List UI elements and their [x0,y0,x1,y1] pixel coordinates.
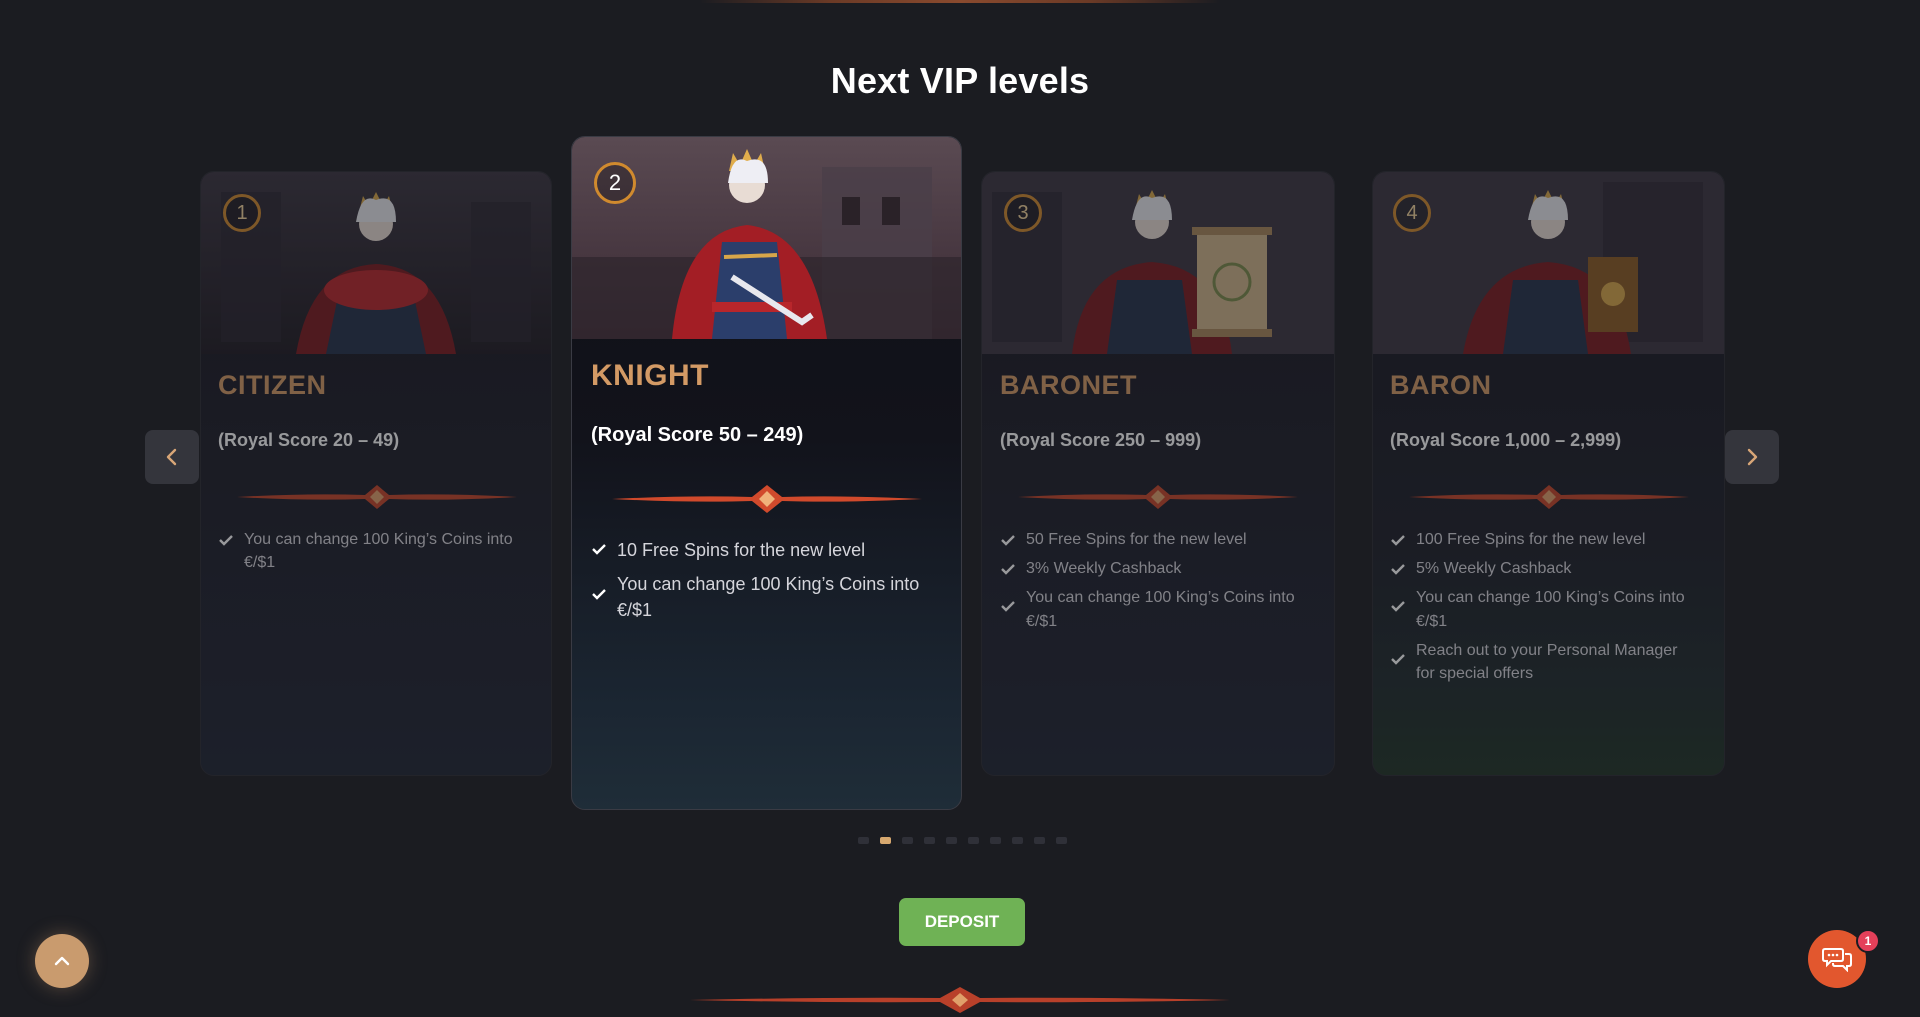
perk-list: 10 Free Spins for the new level You can … [591,537,936,623]
ornament-divider [1409,485,1689,509]
royal-score-range: (Royal Score 1,000 – 2,999) [1390,430,1622,450]
perk-item: You can change 100 King’s Coins into €/$… [218,528,528,574]
chevron-right-icon [1747,448,1758,466]
perk-list: You can change 100 King’s Coins into €/$… [218,528,528,574]
pagination-dot[interactable] [924,837,935,844]
level-badge: 2 [594,162,636,204]
pagination-dot[interactable] [990,837,1001,844]
checkmark-icon [1001,601,1015,613]
royal-score-range: (Royal Score 50 – 249) [591,424,804,446]
checkmark-icon [1001,564,1015,575]
top-divider-glow [700,0,1220,3]
carousel-pagination [858,837,1067,844]
deposit-button[interactable]: DEPOSIT [899,898,1025,946]
royal-score-range: (Royal Score 20 – 49) [218,430,400,450]
perk-text: 3% Weekly Cashback [1026,560,1182,578]
king-illustration [572,137,961,339]
chat-notification-badge: 1 [1856,929,1880,953]
checkmark-icon [592,544,606,555]
card-artwork: 1 [201,172,551,354]
vip-card-baronet[interactable]: 3 BARONET (Royal Score 250 – 999) 50 Fre… [981,171,1335,776]
perk-text: 50 Free Spins for the new level [1026,531,1247,548]
ornament-divider [1018,485,1298,509]
checkmark-icon [592,589,606,600]
perk-text: 100 Free Spins for the new level [1416,531,1646,548]
perk-text: You can change 100 King’s Coins into €/$… [1416,589,1685,630]
perk-text: You can change 100 King’s Coins into €/$… [617,574,920,621]
level-name: BARON [1390,370,1492,400]
chat-bubbles-icon [1822,948,1852,972]
card-artwork: 2 [572,137,961,339]
perk-item: 50 Free Spins for the new level [1000,528,1310,551]
perk-item: 10 Free Spins for the new level [591,537,936,563]
perk-text: You can change 100 King’s Coins into €/$… [244,531,513,572]
perk-item: Reach out to your Personal Manager for s… [1390,639,1700,685]
perk-item: 3% Weekly Cashback [1000,557,1310,580]
perk-item: You can change 100 King’s Coins into €/$… [1000,586,1310,632]
chevron-left-icon [166,448,177,466]
checkmark-icon [1001,535,1015,546]
ornament-divider [612,485,922,513]
pagination-dot[interactable] [858,837,869,844]
bottom-ornament-divider [690,987,1230,1013]
scroll-to-top-button[interactable] [35,934,89,988]
section-title: Next VIP levels [830,60,1090,101]
level-badge: 1 [223,194,261,232]
level-badge: 3 [1004,194,1042,232]
pagination-dot[interactable] [968,837,979,844]
level-name: BARONET [1000,370,1137,400]
card-artwork: 3 [982,172,1334,354]
level-name: KNIGHT [591,359,709,392]
carousel-next-button[interactable] [1725,430,1779,484]
checkmark-icon [1391,653,1405,665]
perk-text: You can change 100 King’s Coins into €/$… [1026,589,1295,630]
pagination-dot-active[interactable] [880,837,891,844]
pagination-dot[interactable] [1034,837,1045,844]
pagination-dot[interactable] [1056,837,1067,844]
level-name: CITIZEN [218,370,327,400]
level-badge: 4 [1393,194,1431,232]
checkmark-icon [1391,535,1405,546]
perk-text: Reach out to your Personal Manager for s… [1416,641,1678,682]
perk-item: 100 Free Spins for the new level [1390,528,1700,551]
perk-text: 5% Weekly Cashback [1416,560,1572,578]
checkmark-icon [1391,601,1405,613]
ornament-divider [237,485,517,509]
perk-item: You can change 100 King’s Coins into €/$… [1390,586,1700,632]
pagination-dot[interactable] [1012,837,1023,844]
perk-item: You can change 100 King’s Coins into €/$… [591,571,936,623]
perk-list: 50 Free Spins for the new level 3% Weekl… [1000,528,1310,633]
perk-list: 100 Free Spins for the new level 5% Week… [1390,528,1700,685]
royal-score-range: (Royal Score 250 – 999) [1000,430,1202,450]
checkmark-icon [1391,564,1405,575]
chevron-up-icon [54,956,70,966]
checkmark-icon [219,535,233,546]
vip-card-baron[interactable]: 4 BARON (Royal Score 1,000 – 2,999) 100 … [1372,171,1725,776]
perk-item: 5% Weekly Cashback [1390,557,1700,580]
pagination-dot[interactable] [902,837,913,844]
vip-card-knight[interactable]: 2 KNIGHT (Royal Score 50 – 249) 10 Free … [571,136,962,810]
perk-text: 10 Free Spins for the new level [617,540,866,560]
vip-card-citizen[interactable]: 1 CITIZEN (Royal Score 20 – 49) You can … [200,171,552,776]
card-artwork: 4 [1373,172,1724,354]
carousel-prev-button[interactable] [145,430,199,484]
pagination-dot[interactable] [946,837,957,844]
